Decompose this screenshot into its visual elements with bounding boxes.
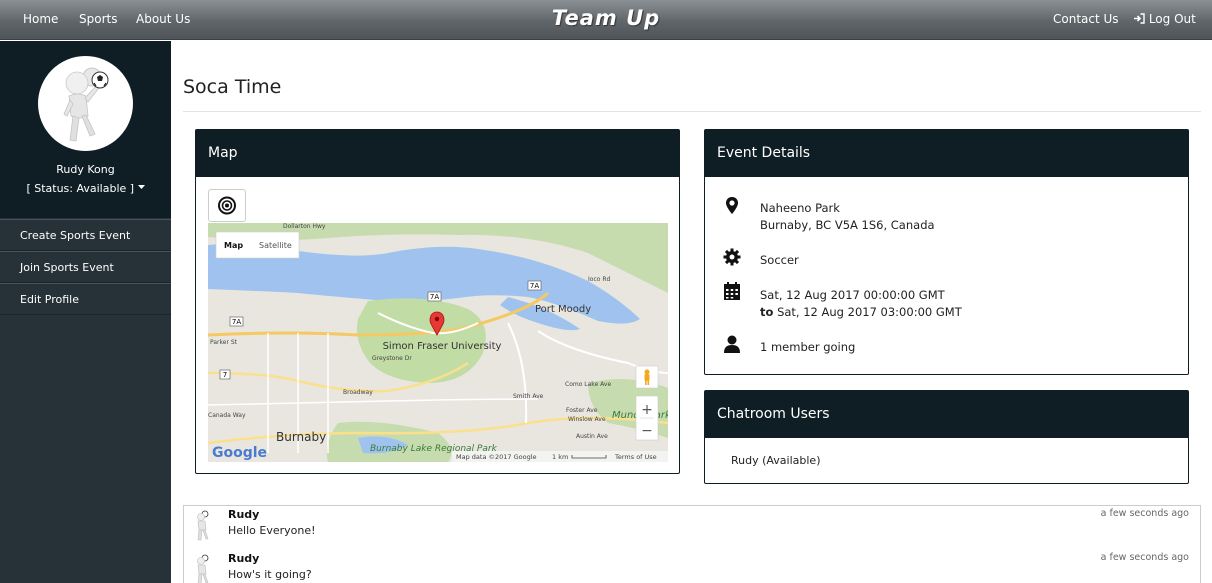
sidebar-item-join-event[interactable]: Join Sports Event [0, 251, 171, 283]
logout-link[interactable]: Log Out [1133, 12, 1196, 26]
map-type-map-button[interactable]: Map [224, 241, 243, 250]
zoom-out-button[interactable]: − [641, 423, 653, 439]
message-time: a few seconds ago [1100, 508, 1189, 519]
avatar [38, 56, 133, 151]
page-title: Soca Time [183, 76, 282, 98]
avatar [197, 510, 209, 541]
nav-sports-link[interactable]: Sports [79, 12, 117, 26]
map-scale: 1 km [552, 453, 568, 461]
nav-contact-link[interactable]: Contact Us [1053, 12, 1119, 26]
chat-message: Rudy How's it going? a few seconds ago [184, 550, 1200, 583]
nav-about-link[interactable]: About Us [136, 12, 190, 26]
event-start-time: Sat, 12 Aug 2017 00:00:00 GMT [760, 288, 945, 302]
map-attribution: Map data ©2017 Google [456, 453, 537, 461]
title-divider [183, 111, 1201, 112]
chatroom-users-title: Chatroom Users [705, 391, 1188, 438]
event-details-title: Event Details [705, 130, 1188, 177]
message-author: Rudy [228, 508, 260, 521]
status-dropdown[interactable]: [ Status: Available ] [0, 182, 171, 195]
map-label-burnaby: Burnaby [276, 430, 326, 444]
map-label-port-moody: Port Moody [535, 304, 591, 315]
brand-logo[interactable]: Team Up [552, 6, 660, 30]
street-label: Broadway [343, 389, 373, 396]
event-sport-name: Soccer [760, 253, 799, 267]
street-label: Canada Way [208, 412, 246, 419]
sidebar-item-edit-profile[interactable]: Edit Profile [0, 283, 171, 315]
terms-link[interactable]: Terms of Use [614, 453, 657, 461]
caret-down-icon [137, 185, 145, 189]
event-location-name: Naheeno Park [760, 201, 840, 215]
route-shield: 7 [223, 371, 227, 379]
chat-message: Rudy Hello Everyone! a few seconds ago [184, 506, 1200, 550]
event-location-address: Burnaby, BC V5A 1S6, Canada [760, 218, 935, 232]
chatroom-users-panel: Chatroom Users Rudy (Available) [704, 390, 1189, 484]
gear-icon [723, 248, 741, 266]
message-text: Hello Everyone! [228, 524, 316, 537]
map-label-sfu: Simon Fraser University [383, 341, 502, 352]
street-label: Smith Ave [513, 393, 544, 400]
sidebar: Rudy Kong [ Status: Available ] Create S… [0, 41, 171, 583]
route-shield: 7A [430, 293, 439, 301]
message-text: How's it going? [228, 568, 312, 581]
message-author: Rudy [228, 552, 260, 565]
route-shield: 7A [530, 282, 539, 290]
to-label: to [760, 305, 774, 319]
message-time: a few seconds ago [1100, 552, 1189, 563]
user-name: Rudy Kong [56, 163, 115, 176]
locate-button[interactable] [208, 189, 246, 222]
route-shield: 7A [232, 318, 241, 326]
event-end-time: Sat, 12 Aug 2017 03:00:00 GMT [777, 305, 962, 319]
side-menu: Create Sports Event Join Sports Event Ed… [0, 219, 171, 315]
sidebar-item-create-event[interactable]: Create Sports Event [0, 219, 171, 251]
event-member-count: 1 member going [760, 340, 856, 354]
logout-icon [1134, 13, 1145, 24]
user-figure-icon [63, 67, 109, 142]
location-pin-icon [726, 197, 738, 214]
navbar: Home Sports About Us Team Up Contact Us … [0, 0, 1212, 40]
street-label: Austin Ave [576, 433, 608, 440]
street-label: Como Lake Ave [565, 381, 611, 388]
nav-home-link[interactable]: Home [23, 12, 58, 26]
google-logo: Google [212, 445, 267, 461]
status-label: [ Status: Available ] [26, 182, 135, 195]
zoom-in-button[interactable]: + [641, 402, 653, 418]
user-icon [724, 335, 740, 353]
street-label: Ioco Rd [588, 276, 610, 283]
street-label: Foster Ave [566, 407, 598, 414]
street-label: Winslow Ave [568, 416, 606, 423]
map-canvas: 7A 7A 7A 7 Simon Fraser University Port … [208, 223, 668, 462]
map-type-satellite-button[interactable]: Satellite [259, 241, 292, 250]
profile-block: Rudy Kong [ Status: Available ] [0, 41, 171, 218]
chatroom-user-item: Rudy (Available) [731, 454, 821, 467]
map-panel: Map 7A 7A 7A 7 Simon Fraser University P… [195, 129, 680, 474]
avatar [197, 554, 209, 583]
crosshair-icon [218, 196, 236, 215]
map-view[interactable]: 7A 7A 7A 7 Simon Fraser University Port … [208, 223, 668, 462]
map-panel-title: Map [196, 130, 679, 177]
event-details-panel: Event Details Naheeno Park Burnaby, BC V… [704, 129, 1189, 375]
chat-messages[interactable]: Rudy Hello Everyone! a few seconds ago R… [183, 505, 1201, 583]
calendar-icon [724, 282, 740, 300]
logout-label: Log Out [1148, 12, 1196, 26]
street-label: Parker St [210, 339, 238, 346]
street-label: Greystone Dr [372, 355, 412, 362]
street-label: Dollarton Hwy [283, 223, 326, 230]
